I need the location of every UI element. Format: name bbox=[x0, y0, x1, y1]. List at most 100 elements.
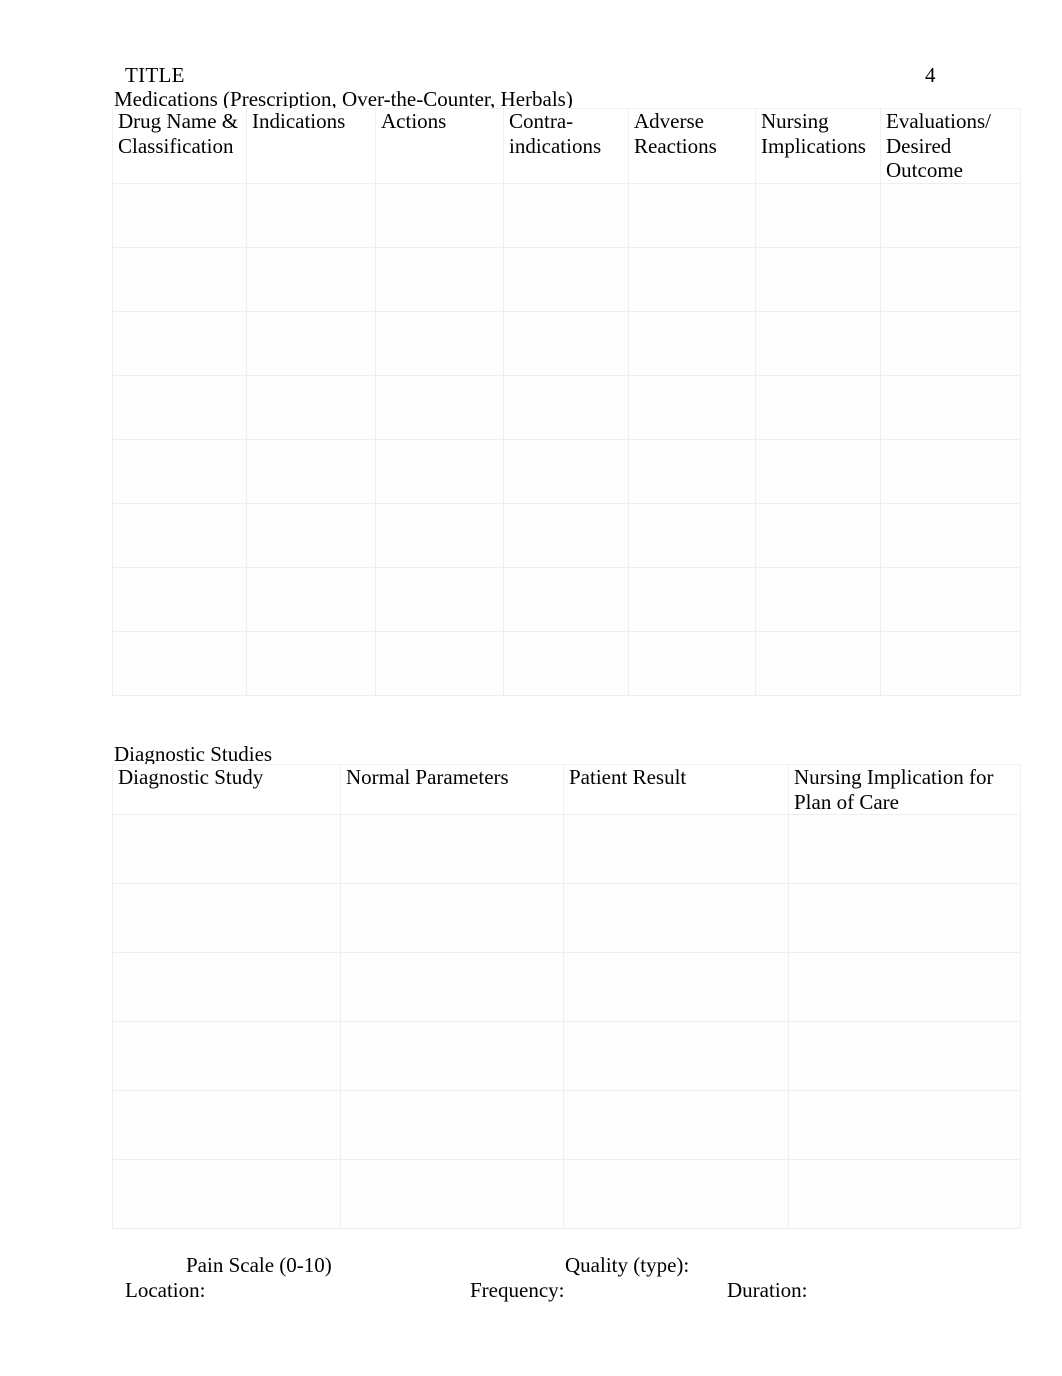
table-cell[interactable] bbox=[246, 567, 376, 632]
table-cell[interactable] bbox=[246, 311, 376, 376]
table-cell[interactable] bbox=[563, 952, 789, 1022]
table-cell[interactable] bbox=[880, 439, 1021, 504]
table-cell[interactable] bbox=[375, 375, 504, 440]
table-cell[interactable] bbox=[563, 883, 789, 953]
table-cell[interactable] bbox=[246, 247, 376, 312]
table-cell[interactable] bbox=[375, 439, 504, 504]
table-cell[interactable] bbox=[112, 247, 247, 312]
table-cell[interactable] bbox=[112, 567, 247, 632]
page-number: 4 bbox=[925, 63, 936, 87]
table-cell[interactable] bbox=[112, 814, 341, 884]
table-cell[interactable] bbox=[246, 503, 376, 568]
table-cell[interactable] bbox=[246, 183, 376, 248]
table-cell[interactable] bbox=[375, 567, 504, 632]
table-cell[interactable] bbox=[880, 375, 1021, 440]
table-cell[interactable] bbox=[375, 503, 504, 568]
column-header-actions: Actions bbox=[375, 108, 504, 184]
table-cell[interactable] bbox=[628, 375, 756, 440]
table-cell[interactable] bbox=[788, 1021, 1021, 1091]
table-cell[interactable] bbox=[503, 183, 629, 248]
table-cell[interactable] bbox=[628, 567, 756, 632]
table-cell[interactable] bbox=[755, 503, 881, 568]
table-cell[interactable] bbox=[112, 503, 247, 568]
table-cell[interactable] bbox=[788, 952, 1021, 1022]
table-cell[interactable] bbox=[112, 375, 247, 440]
table-cell[interactable] bbox=[246, 439, 376, 504]
table-cell[interactable] bbox=[375, 247, 504, 312]
medications-table: Drug Name & Classification Indications A… bbox=[112, 108, 1021, 696]
column-header-drug-name: Drug Name & Classification bbox=[112, 108, 247, 184]
table-cell[interactable] bbox=[880, 247, 1021, 312]
table-cell[interactable] bbox=[112, 1090, 341, 1160]
table-cell[interactable] bbox=[628, 183, 756, 248]
table-cell[interactable] bbox=[755, 631, 881, 696]
table-cell[interactable] bbox=[340, 883, 564, 953]
table-cell[interactable] bbox=[112, 1159, 341, 1229]
table-row bbox=[112, 503, 1021, 568]
table-cell[interactable] bbox=[628, 503, 756, 568]
table-cell[interactable] bbox=[503, 375, 629, 440]
table-row bbox=[112, 952, 1021, 1022]
column-header-nursing-implications: Nursing Implications bbox=[755, 108, 881, 184]
table-cell[interactable] bbox=[563, 814, 789, 884]
table-cell[interactable] bbox=[880, 567, 1021, 632]
table-cell[interactable] bbox=[788, 1090, 1021, 1160]
table-cell[interactable] bbox=[628, 631, 756, 696]
table-cell[interactable] bbox=[112, 631, 247, 696]
table-cell[interactable] bbox=[755, 567, 881, 632]
table-cell[interactable] bbox=[563, 1021, 789, 1091]
table-cell[interactable] bbox=[375, 631, 504, 696]
pain-frequency-label: Frequency: bbox=[470, 1278, 565, 1302]
table-cell[interactable] bbox=[880, 503, 1021, 568]
pain-assessment-line-bottom: Location: Frequency: Duration: bbox=[0, 1277, 1062, 1303]
table-cell[interactable] bbox=[503, 567, 629, 632]
table-cell[interactable] bbox=[503, 631, 629, 696]
table-row bbox=[112, 567, 1021, 632]
column-header-normal-parameters: Normal Parameters bbox=[340, 764, 564, 815]
table-cell[interactable] bbox=[755, 375, 881, 440]
table-cell[interactable] bbox=[788, 883, 1021, 953]
table-cell[interactable] bbox=[112, 183, 247, 248]
table-cell[interactable] bbox=[112, 439, 247, 504]
table-cell[interactable] bbox=[880, 631, 1021, 696]
table-cell[interactable] bbox=[375, 311, 504, 376]
table-row bbox=[112, 1090, 1021, 1160]
table-row bbox=[112, 375, 1021, 440]
table-cell[interactable] bbox=[112, 1021, 341, 1091]
table-row bbox=[112, 439, 1021, 504]
table-cell[interactable] bbox=[880, 183, 1021, 248]
table-cell[interactable] bbox=[563, 1159, 789, 1229]
table-row bbox=[112, 183, 1021, 248]
table-row bbox=[112, 247, 1021, 312]
column-header-evaluations-desired-outcome: Evaluations/ Desired Outcome bbox=[880, 108, 1021, 184]
table-cell[interactable] bbox=[340, 1159, 564, 1229]
table-cell[interactable] bbox=[112, 952, 341, 1022]
table-cell[interactable] bbox=[340, 1021, 564, 1091]
table-cell[interactable] bbox=[503, 439, 629, 504]
table-cell[interactable] bbox=[340, 952, 564, 1022]
table-cell[interactable] bbox=[503, 311, 629, 376]
table-cell[interactable] bbox=[880, 311, 1021, 376]
table-cell[interactable] bbox=[503, 247, 629, 312]
table-cell[interactable] bbox=[340, 1090, 564, 1160]
table-cell[interactable] bbox=[563, 1090, 789, 1160]
column-header-label: Drug Name & Classification bbox=[118, 109, 239, 158]
table-cell[interactable] bbox=[788, 814, 1021, 884]
table-cell[interactable] bbox=[788, 1159, 1021, 1229]
pain-scale-label: Pain Scale (0-10) bbox=[186, 1253, 332, 1277]
table-cell[interactable] bbox=[375, 183, 504, 248]
table-cell[interactable] bbox=[755, 439, 881, 504]
table-cell[interactable] bbox=[503, 503, 629, 568]
table-cell[interactable] bbox=[628, 311, 756, 376]
document-title: TITLE bbox=[125, 63, 185, 87]
table-cell[interactable] bbox=[246, 631, 376, 696]
table-cell[interactable] bbox=[628, 247, 756, 312]
table-cell[interactable] bbox=[112, 883, 341, 953]
table-cell[interactable] bbox=[112, 311, 247, 376]
table-cell[interactable] bbox=[246, 375, 376, 440]
table-cell[interactable] bbox=[755, 183, 881, 248]
table-cell[interactable] bbox=[340, 814, 564, 884]
table-cell[interactable] bbox=[755, 247, 881, 312]
table-cell[interactable] bbox=[628, 439, 756, 504]
table-cell[interactable] bbox=[755, 311, 881, 376]
